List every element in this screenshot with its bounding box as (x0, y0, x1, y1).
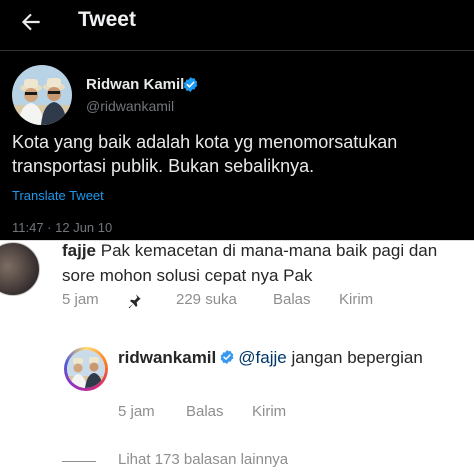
verified-badge-icon (220, 350, 234, 364)
comment-body: Pak kemacetan di mana-mana baik pagi dan… (62, 241, 438, 285)
avatar-photo (12, 65, 72, 125)
avatar[interactable] (64, 347, 108, 391)
verified-badge-icon (183, 77, 198, 92)
reply-button[interactable]: Balas (186, 403, 224, 420)
reply-time: 5 jam (118, 403, 155, 420)
page-title: Tweet (78, 8, 136, 31)
comment-text: fajje Pak kemacetan di mana-mana baik pa… (62, 238, 472, 288)
comment-likes[interactable]: 229 suka (176, 291, 237, 308)
translate-tweet-link[interactable]: Translate Tweet (12, 188, 104, 203)
avatar-image (67, 350, 105, 388)
tweet-panel: Tweet Ridwan Kamil @ridwankamil Kota yan… (0, 0, 474, 240)
top-bar: Tweet (0, 0, 474, 44)
pin-icon[interactable] (126, 293, 142, 309)
avatar-photo (67, 350, 105, 388)
send-button[interactable]: Kirim (252, 403, 286, 420)
tweet-timestamp: 11:47 · 12 Jun 10 (12, 220, 113, 235)
reply-username[interactable]: ridwankamil (118, 348, 216, 367)
view-replies-line (62, 461, 96, 462)
avatar[interactable] (0, 242, 40, 296)
view-more-replies-link[interactable]: Lihat 173 balasan lainnya (118, 451, 288, 468)
back-arrow-icon[interactable] (18, 9, 44, 35)
reply-button[interactable]: Balas (273, 291, 311, 308)
header-divider (0, 50, 474, 51)
reply-body: jangan bepergian (291, 348, 423, 367)
comment-panel: fajje Pak kemacetan di mana-mana baik pa… (0, 240, 474, 474)
send-button[interactable]: Kirim (339, 291, 373, 308)
reply-mention[interactable]: @fajje (238, 348, 286, 367)
avatar[interactable] (12, 65, 72, 125)
reply-text: ridwankamil @fajje jangan bepergian (118, 345, 468, 370)
author-name[interactable]: Ridwan Kamil (86, 76, 184, 93)
comment-time: 5 jam (62, 291, 99, 308)
author-handle[interactable]: @ridwankamil (86, 98, 174, 114)
tweet-text: Kota yang baik adalah kota yg menomorsat… (12, 132, 398, 176)
comment-username[interactable]: fajje (62, 241, 96, 260)
